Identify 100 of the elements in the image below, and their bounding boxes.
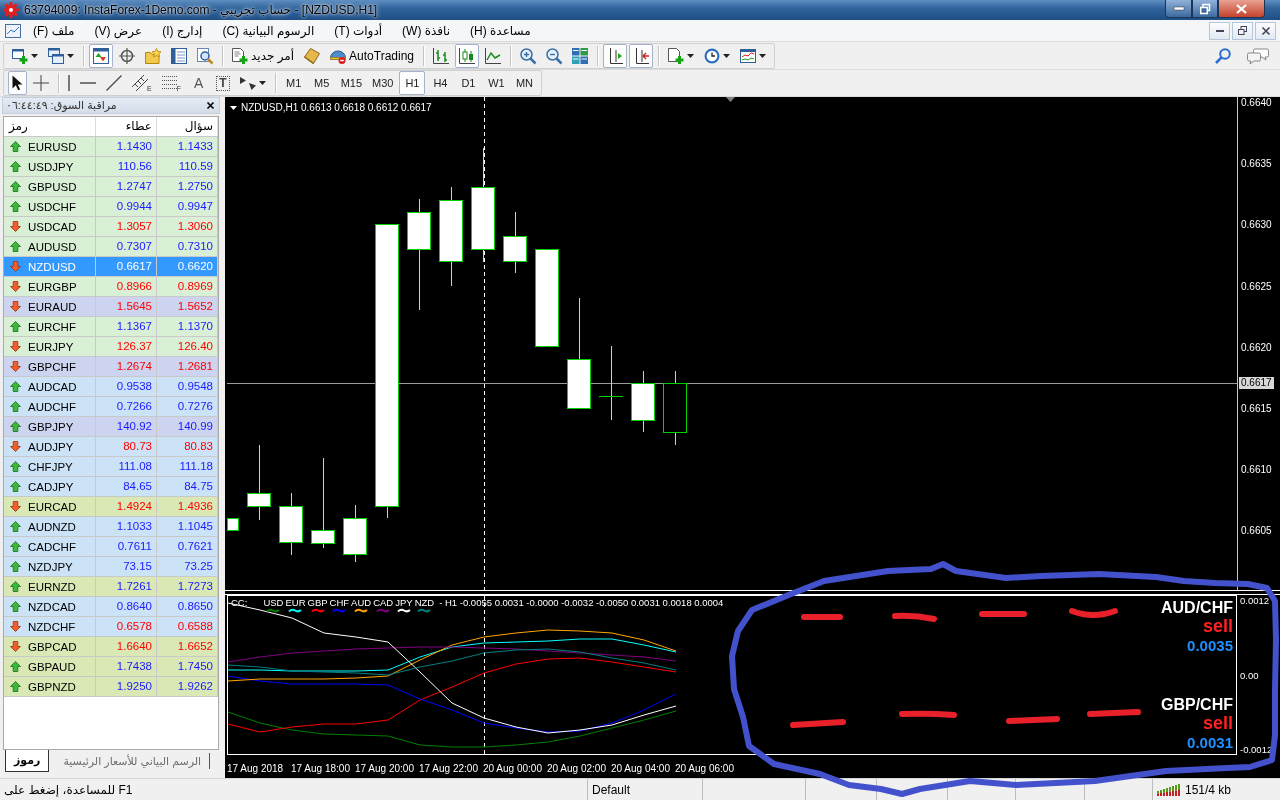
timeframe-button[interactable]: W1 [483, 71, 510, 95]
chat-button[interactable] [1245, 45, 1271, 66]
quote-row[interactable]: EURCAD 1.4924 1.4936 [4, 497, 218, 517]
new-order-button[interactable]: أمر جديد [228, 43, 299, 68]
restore-button[interactable] [1192, 0, 1218, 18]
cursor-button[interactable] [8, 71, 27, 95]
menu-item[interactable]: إدارج (I) [154, 21, 211, 40]
symbol-name: EURUSD [28, 140, 77, 153]
chat-bubbles-icon [1247, 47, 1269, 64]
quote-row[interactable]: USDCHF 0.9944 0.9947 [4, 197, 218, 217]
column-header[interactable]: رمز [4, 117, 96, 136]
quote-row[interactable]: GBPJPY 140.92 140.99 [4, 417, 218, 437]
quote-row[interactable]: CHFJPY 111.08 111.18 [4, 457, 218, 477]
quote-row[interactable]: GBPNZD 1.9250 1.9262 [4, 677, 218, 697]
quote-row[interactable]: NZDJPY 73.15 73.25 [4, 557, 218, 577]
quote-row[interactable]: AUDNZD 1.1033 1.1045 [4, 517, 218, 537]
timeframe-button[interactable]: H4 [427, 71, 454, 95]
panel-title: مراقبة السوق: ٠٦:٤٤:٤٩ [5, 99, 117, 112]
quote-row[interactable]: AUDCHF 0.7266 0.7276 [4, 397, 218, 417]
indicator-name: CC: [231, 597, 248, 608]
quote-row[interactable]: EURJPY 126.37 126.40 [4, 337, 218, 357]
symbol-name: EURCHF [28, 320, 76, 333]
caret-icon [67, 53, 74, 58]
bid-price: 1.9250 [96, 677, 157, 696]
symbol-name: AUDJPY [28, 440, 74, 453]
quote-row[interactable]: NZDCAD 0.8640 0.8650 [4, 597, 218, 617]
quote-row[interactable]: EURNZD 1.7261 1.7273 [4, 577, 218, 597]
bid-price: 0.9944 [96, 197, 157, 216]
quote-row[interactable]: EURGBP 0.8966 0.8969 [4, 277, 218, 297]
timeframe-button[interactable]: M5 [308, 71, 335, 95]
market-watch-button[interactable] [89, 43, 113, 68]
quote-row[interactable]: EURAUD 1.5645 1.5652 [4, 297, 218, 317]
autoscroll-button[interactable] [629, 43, 653, 68]
quote-row[interactable]: AUDUSD 0.7307 0.7310 [4, 237, 218, 257]
close-button[interactable] [1218, 0, 1265, 18]
quote-row[interactable]: USDCAD 1.3057 1.3060 [4, 217, 218, 237]
timeframe-button[interactable]: MN [511, 71, 538, 95]
ask-price: 0.6588 [157, 617, 218, 636]
signal-label: sell [1202, 714, 1233, 733]
timeframe-button[interactable]: M30 [368, 71, 398, 95]
quote-row[interactable]: GBPCHF 1.2674 1.2681 [4, 357, 218, 377]
text-button[interactable]: A [186, 71, 211, 95]
menu-item[interactable]: عرض (V) [86, 21, 151, 40]
menu-item[interactable]: أدوات (T) [326, 21, 391, 40]
quote-row[interactable]: GBPUSD 1.2747 1.2750 [4, 177, 218, 197]
text-label-button[interactable]: T [212, 71, 234, 95]
time-label: 20 Aug 00:00 [483, 763, 542, 774]
close-icon [207, 102, 214, 109]
timeframe-button[interactable]: H1 [399, 71, 426, 95]
time-label: 17 Aug 18:00 [291, 763, 350, 774]
crosshair-circle-icon [119, 47, 135, 64]
menu-item[interactable]: نافذة (W) [394, 21, 459, 40]
zoom-in-icon [520, 47, 536, 64]
quote-row[interactable]: GBPAUD 1.7438 1.7450 [4, 657, 218, 677]
menu-item[interactable]: الرسوم البيانية (C) [214, 21, 323, 40]
candlestick [279, 492, 303, 556]
timeframe-button[interactable]: M15 [336, 71, 367, 95]
quote-row[interactable]: CADJPY 84.65 84.75 [4, 477, 218, 497]
bid-price: 1.4924 [96, 497, 157, 516]
document-plus-icon [232, 47, 248, 64]
menu-item[interactable]: ملف (F) [25, 21, 83, 40]
candlestick-chart-button[interactable] [455, 43, 479, 68]
quote-row[interactable]: AUDCAD 0.9538 0.9548 [4, 377, 218, 397]
panel-tab[interactable]: الرسم البياني للأسعار الرئيسية [55, 753, 211, 769]
minimize-button[interactable] [1165, 0, 1192, 18]
chart-shift-icon [607, 47, 623, 64]
chart-shift-button[interactable] [603, 43, 627, 68]
traffic-text: 151/4 kb [1185, 782, 1232, 797]
minimize-icon [1215, 29, 1224, 32]
timeframe-button[interactable]: M1 [280, 71, 307, 95]
indicator-scale-label: 0.0012 [1240, 595, 1270, 606]
symbol-name: EURAUD [28, 300, 77, 313]
quote-row[interactable]: EURUSD 1.1430 1.1433 [4, 137, 218, 157]
quote-row[interactable]: AUDJPY 80.73 80.83 [4, 437, 218, 457]
ask-price: 1.9262 [157, 677, 218, 696]
bid-price: 80.73 [96, 437, 157, 456]
ask-price: 1.2681 [157, 357, 218, 376]
quote-row[interactable]: NZDCHF 0.6578 0.6588 [4, 617, 218, 637]
quote-row[interactable]: CADCHF 0.7611 0.7621 [4, 537, 218, 557]
quote-row[interactable]: USDJPY 110.56 110.59 [4, 157, 218, 177]
cursor-icon [12, 75, 23, 91]
column-header[interactable]: عطاء [96, 117, 157, 136]
panel-tab[interactable]: رموز [5, 750, 50, 772]
menu-item[interactable]: مساعدة (H) [462, 21, 539, 40]
search-button[interactable] [1213, 45, 1233, 66]
autotrading-button[interactable]: AutoTrading [326, 43, 418, 68]
symbol-name: NZDCHF [28, 620, 76, 633]
symbol-name: AUDUSD [28, 240, 77, 253]
quote-row[interactable]: EURCHF 1.1367 1.1370 [4, 317, 218, 337]
legend-label: AUD [351, 597, 372, 608]
close-button[interactable] [205, 100, 216, 111]
quote-row[interactable]: GBPCAD 1.6640 1.6652 [4, 637, 218, 657]
column-header[interactable]: سؤال [157, 117, 218, 136]
vertical-line-icon [68, 75, 70, 91]
ask-price: 126.40 [157, 337, 218, 356]
marker-stroke [1069, 608, 1118, 618]
candlestick [227, 518, 239, 531]
bid-price: 1.5645 [96, 297, 157, 316]
bid-price: 0.7266 [96, 397, 157, 416]
timeframe-button[interactable]: D1 [455, 71, 482, 95]
